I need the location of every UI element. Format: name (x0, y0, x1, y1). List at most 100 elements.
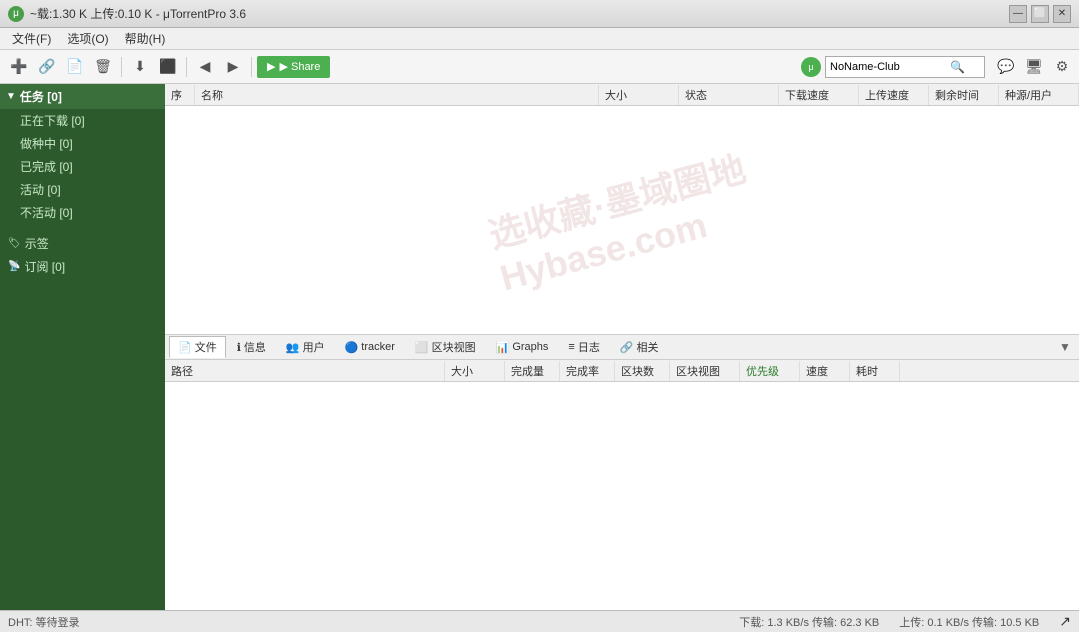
title-bar: μ ~载:1.30 K 上传:0.10 K - μTorrentPro 3.6 … (0, 0, 1079, 28)
seeding-label: 做种中 [0] (20, 135, 73, 152)
blockview-tab-label: 区块视图 (432, 339, 476, 355)
blockview-tab-icon: ⬜ (415, 341, 429, 354)
minimize-button[interactable]: — (1009, 5, 1027, 23)
tab-files[interactable]: 📄 文件 (169, 336, 226, 358)
feeds-icon: 📡 (8, 261, 20, 272)
brand-icon: μ (801, 57, 821, 77)
window-controls: — ⬜ ✕ (1009, 5, 1071, 23)
log-tab-label: 日志 (578, 339, 600, 355)
watermark-text: 选收藏·墨域圈地Hybase.com (482, 140, 761, 299)
status-bar: DHT: 等待登录 下载: 1.3 KB/s 传输: 62.3 KB 上传: 0… (0, 610, 1079, 632)
files-col-blockmap: 区块视图 (670, 361, 740, 381)
toolbar: ➕ 🔗 📄 🗑 ⬇ ⬛ ◀ ▶ ▶ ▶ Share μ 🔍 💬 🖥 ⚙ (0, 50, 1079, 84)
restore-button[interactable]: ⬜ (1031, 5, 1049, 23)
tab-blockview[interactable]: ⬜ 区块视图 (406, 336, 485, 358)
toolbar-separator-1 (121, 57, 122, 77)
prev-button[interactable]: ◀ (192, 54, 218, 80)
torrent-list-body: 选收藏·墨域圈地Hybase.com (165, 106, 1079, 334)
search-input[interactable] (830, 61, 950, 73)
status-upload: 上传: 0.1 KB/s 传输: 10.5 KB (899, 614, 1039, 630)
status-dht: DHT: 等待登录 (8, 614, 80, 630)
tracker-tab-label: tracker (361, 341, 395, 353)
search-box: 🔍 (825, 56, 985, 78)
active-label: 活动 [0] (20, 181, 61, 198)
close-button[interactable]: ✕ (1053, 5, 1071, 23)
tab-expand-button[interactable]: ▼ (1055, 337, 1075, 357)
files-col-time2: 耗时 (850, 361, 900, 381)
search-button[interactable]: 🔍 (950, 60, 965, 74)
files-tab-label: 文件 (195, 339, 217, 355)
share-icon: ▶ (267, 60, 275, 73)
graphs-tab-label: Graphs (512, 341, 548, 353)
info-tab-icon: ℹ (237, 341, 241, 354)
main-content: ▼ 任务 [0] 正在下载 [0] 做种中 [0] 已完成 [0] 活动 [0]… (0, 84, 1079, 610)
download-button[interactable]: ⬇ (127, 54, 153, 80)
related-tab-icon: 🔗 (620, 341, 634, 354)
tasks-icon: ▼ (6, 91, 16, 102)
downloading-label: 正在下载 [0] (20, 112, 85, 129)
col-dl-speed: 下载速度 (779, 85, 859, 105)
files-col-blocks: 区块数 (615, 361, 670, 381)
settings-button[interactable]: ⚙ (1051, 56, 1073, 78)
chat-button[interactable]: 💬 (995, 56, 1017, 78)
tab-graphs[interactable]: 📊 Graphs (487, 336, 558, 358)
files-tab-icon: 📄 (178, 341, 192, 354)
app-icon: μ (8, 6, 24, 22)
menu-file[interactable]: 文件(F) (4, 28, 59, 49)
sidebar-item-completed[interactable]: 已完成 [0] (0, 155, 165, 178)
main-window: μ ~载:1.30 K 上传:0.10 K - μTorrentPro 3.6 … (0, 0, 1079, 632)
feeds-label: 订阅 [0] (24, 258, 65, 275)
graphs-tab-icon: 📊 (496, 341, 510, 354)
info-tab-label: 信息 (244, 339, 266, 355)
tab-log[interactable]: ≡ 日志 (559, 336, 608, 358)
files-header: 路径 大小 完成量 完成率 区块数 区块视图 优先级 速度 耗时 (165, 360, 1079, 382)
monitor-button[interactable]: 🖥 (1023, 56, 1045, 78)
files-list-body (165, 382, 1079, 610)
window-title: ~载:1.30 K 上传:0.10 K - μTorrentPro 3.6 (30, 5, 1009, 22)
share-button[interactable]: ▶ ▶ Share (257, 56, 330, 78)
add-torrent-button[interactable]: ➕ (6, 54, 32, 80)
col-status: 状态 (679, 85, 779, 105)
torrent-header: 序 名称 大小 状态 下载速度 上传速度 剩余时间 种源/用户 (165, 84, 1079, 106)
sidebar-item-active[interactable]: 活动 [0] (0, 178, 165, 201)
files-col-path: 路径 (165, 361, 445, 381)
sidebar-item-labels[interactable]: 🏷 示签 (0, 232, 165, 255)
bottom-tabs: 📄 文件 ℹ 信息 👥 用户 🔵 tracker ⬜ 区块视图 (165, 334, 1079, 360)
col-seq: 序 (165, 85, 195, 105)
col-size: 大小 (599, 85, 679, 105)
tab-related[interactable]: 🔗 相关 (611, 336, 668, 358)
col-time: 剩余时间 (929, 85, 999, 105)
tracker-tab-icon: 🔵 (345, 341, 359, 354)
create-torrent-button[interactable]: 📄 (62, 54, 88, 80)
sidebar-item-inactive[interactable]: 不活动 [0] (0, 201, 165, 224)
peers-tab-icon: 👥 (286, 341, 300, 354)
sidebar-main-tasks[interactable]: ▼ 任务 [0] (0, 84, 165, 109)
tab-info[interactable]: ℹ 信息 (228, 336, 275, 358)
menu-options[interactable]: 选项(O) (59, 28, 116, 49)
sidebar-spacer (0, 224, 165, 232)
log-tab-icon: ≡ (568, 341, 574, 353)
sidebar: ▼ 任务 [0] 正在下载 [0] 做种中 [0] 已完成 [0] 活动 [0]… (0, 84, 165, 610)
cursor-icon: ↗ (1059, 613, 1071, 630)
delete-button[interactable]: 🗑 (90, 54, 116, 80)
files-col-done: 完成量 (505, 361, 560, 381)
tab-peers[interactable]: 👥 用户 (277, 336, 334, 358)
sidebar-item-seeding[interactable]: 做种中 [0] (0, 132, 165, 155)
menu-bar: 文件(F) 选项(O) 帮助(H) (0, 28, 1079, 50)
sidebar-item-downloading[interactable]: 正在下载 [0] (0, 109, 165, 132)
inactive-label: 不活动 [0] (20, 204, 73, 221)
stop-button[interactable]: ⬛ (155, 54, 181, 80)
files-col-speed: 速度 (800, 361, 850, 381)
files-col-size: 大小 (445, 361, 505, 381)
status-download: 下载: 1.3 KB/s 传输: 62.3 KB (739, 614, 879, 630)
tab-tracker[interactable]: 🔵 tracker (336, 336, 404, 358)
toolbar-separator-3 (251, 57, 252, 77)
share-label: ▶ Share (279, 60, 320, 73)
next-button[interactable]: ▶ (220, 54, 246, 80)
menu-help[interactable]: 帮助(H) (117, 28, 174, 49)
sidebar-item-feeds[interactable]: 📡 订阅 [0] (0, 255, 165, 278)
col-ul-speed: 上传速度 (859, 85, 929, 105)
toolbar-separator-2 (186, 57, 187, 77)
related-tab-label: 相关 (637, 339, 659, 355)
add-magnet-button[interactable]: 🔗 (34, 54, 60, 80)
